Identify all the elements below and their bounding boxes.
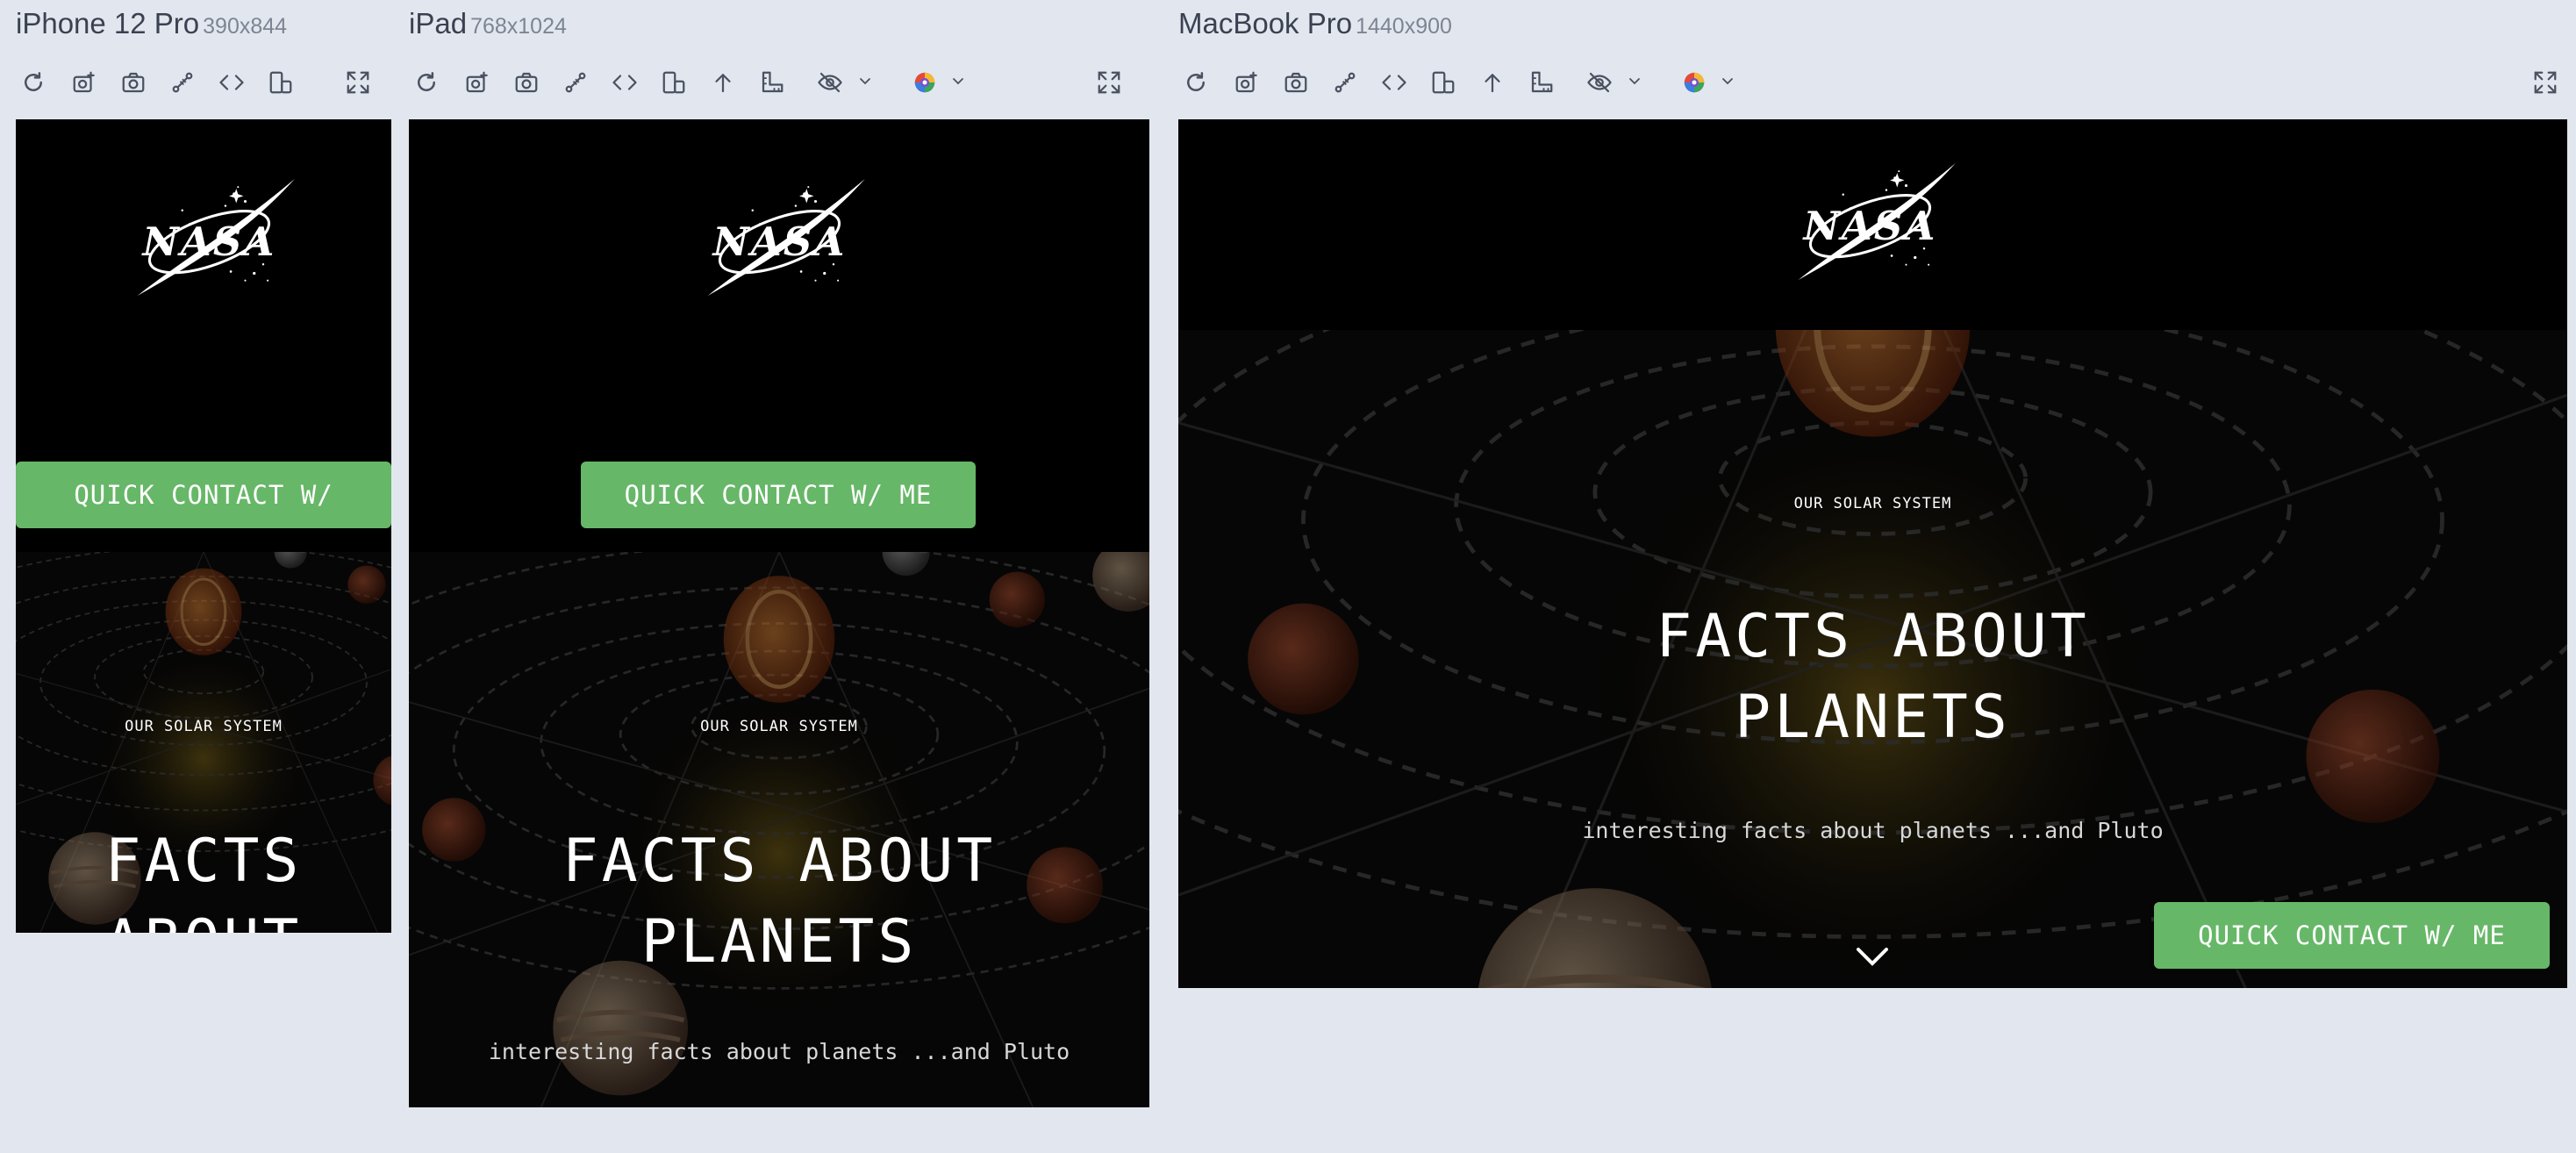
device-header: MacBook Pro 1440x900 [1178, 7, 1452, 40]
quick-contact-button[interactable]: QUICK CONTACT W/ ME [581, 462, 976, 528]
hero-title: FACTS ABOUT PLANETS [409, 821, 1149, 984]
hero-title-line2: PLANETS [1735, 683, 2011, 753]
color-vision-icon[interactable] [907, 63, 942, 102]
device-name: iPad [409, 7, 468, 39]
hero-title-line1: FACTS ABOUT [562, 827, 997, 896]
fullscreen-icon[interactable] [340, 63, 376, 102]
hero-subtitle: interesting facts about planets ...and P… [1582, 818, 2164, 843]
hero-eyebrow: OUR SOLAR SYSTEM [700, 718, 858, 735]
sync-scroll-icon[interactable] [558, 63, 593, 102]
device-header: iPhone 12 Pro 390x844 [16, 7, 287, 40]
site-viewport[interactable]: OUR SOLAR SYSTEM FACTS ABOUT PLANETS int… [409, 119, 1149, 1107]
camera-icon[interactable] [509, 63, 544, 102]
sync-scroll-icon[interactable] [165, 63, 200, 102]
nasa-logo[interactable] [119, 174, 299, 301]
ruler-icon[interactable] [755, 63, 790, 102]
color-vision-caret-icon[interactable] [951, 74, 965, 88]
sync-scroll-icon[interactable] [1327, 63, 1363, 102]
rotate-icon[interactable] [656, 63, 691, 102]
hide-caret-icon[interactable] [858, 74, 872, 88]
hero-title-line1: FACTS ABOUT [104, 827, 303, 933]
hero-title: FACTS ABOUT PLANETS [16, 821, 391, 933]
scroll-top-icon[interactable] [705, 63, 741, 102]
device-dimensions: 390x844 [203, 14, 288, 39]
scroll-top-icon[interactable] [1475, 63, 1510, 102]
site-viewport[interactable]: OUR SOLAR SYSTEM FACTS ABOUT PLANETS QUI… [16, 119, 391, 933]
rotate-icon[interactable] [263, 63, 298, 102]
nasa-logo[interactable] [1780, 158, 1960, 285]
site-viewport[interactable]: OUR SOLAR SYSTEM FACTS ABOUT PLANETS int… [1178, 119, 2567, 988]
fullscreen-icon[interactable] [1091, 63, 1127, 102]
refresh-icon[interactable] [1178, 63, 1213, 102]
code-icon[interactable] [214, 63, 249, 102]
hero-eyebrow: OUR SOLAR SYSTEM [1793, 495, 1952, 512]
ruler-icon[interactable] [1524, 63, 1559, 102]
device-header: iPad 768x1024 [409, 7, 567, 40]
color-vision-icon[interactable] [1677, 63, 1712, 102]
camera-icon[interactable] [1278, 63, 1313, 102]
color-vision-caret-icon[interactable] [1721, 74, 1735, 88]
screenshot-full-icon[interactable] [460, 63, 495, 102]
device-dimensions: 768x1024 [470, 14, 567, 39]
device-name: iPhone 12 Pro [16, 7, 200, 39]
chevron-down-icon[interactable] [1855, 946, 1890, 967]
hero-eyebrow: OUR SOLAR SYSTEM [125, 718, 283, 735]
screenshot-full-icon[interactable] [1229, 63, 1264, 102]
code-icon[interactable] [1377, 63, 1412, 102]
hide-caret-icon[interactable] [1628, 74, 1642, 88]
device-dimensions: 1440x900 [1356, 14, 1452, 39]
hero-title-line1: FACTS ABOUT [1656, 602, 2090, 671]
hero-title-line2: PLANETS [640, 907, 918, 978]
hero-subtitle: interesting facts about planets ...and P… [488, 1039, 1070, 1064]
code-icon[interactable] [607, 63, 642, 102]
refresh-icon[interactable] [409, 63, 444, 102]
hide-icon[interactable] [1582, 63, 1617, 102]
hero-title: FACTS ABOUT PLANETS [1178, 597, 2567, 759]
camera-icon[interactable] [116, 63, 151, 102]
rotate-icon[interactable] [1426, 63, 1461, 102]
refresh-icon[interactable] [16, 63, 51, 102]
nasa-logo[interactable] [690, 174, 869, 301]
hide-icon[interactable] [812, 63, 848, 102]
quick-contact-button[interactable]: QUICK CONTACT W/ ME [2154, 902, 2550, 969]
screenshot-full-icon[interactable] [67, 63, 102, 102]
fullscreen-icon[interactable] [2528, 63, 2563, 102]
device-name: MacBook Pro [1178, 7, 1353, 39]
quick-contact-button[interactable]: QUICK CONTACT W/ [16, 462, 391, 528]
